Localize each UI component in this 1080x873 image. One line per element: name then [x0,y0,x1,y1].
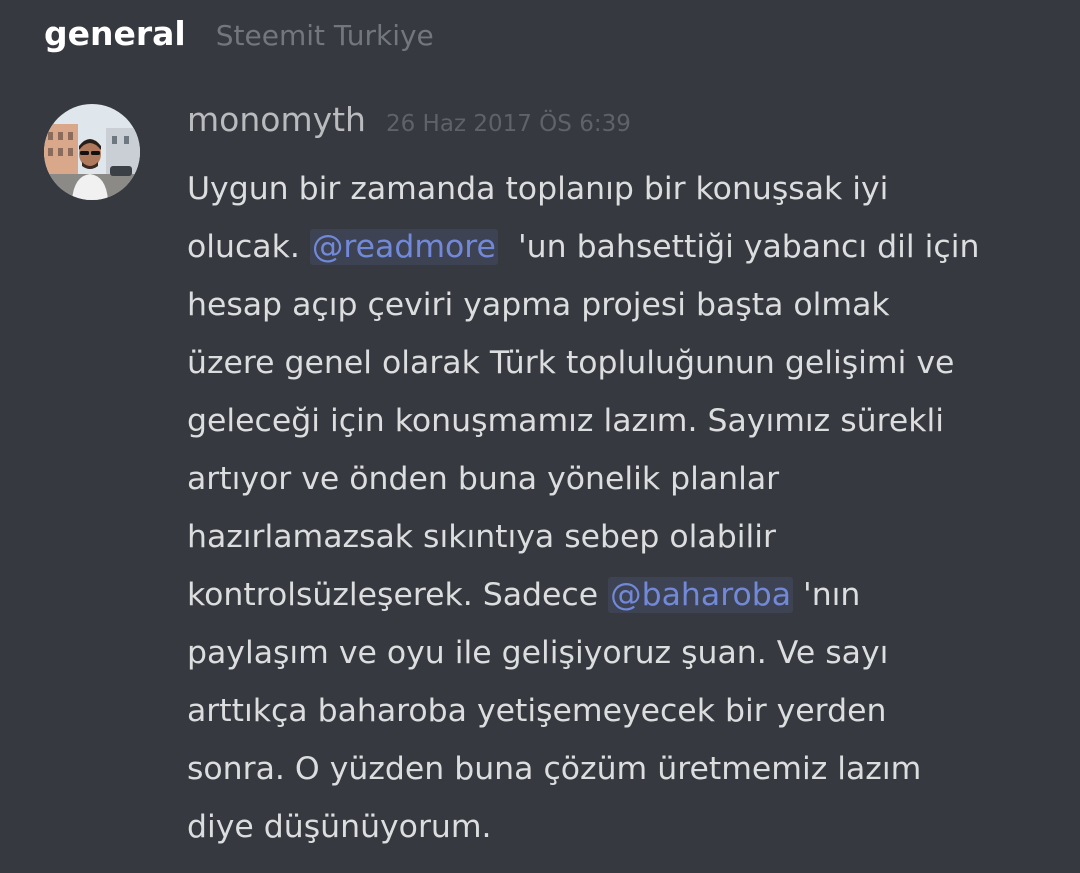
message-text: Uygun bir zamanda toplanıp bir konuşsak … [187,171,889,207]
message-line: sonra. O yüzden buna çözüm üretmemiz laz… [187,740,1067,798]
message-text: hazırlamazsak sıkıntıya sebep olabilir [187,519,776,555]
message-header: monomyth 26 Haz 2017 ÖS 6:39 [187,100,631,139]
message-text: üzere genel olarak Türk topluluğunun gel… [187,345,955,381]
message-line: artıyor ve önden buna yönelik planlar [187,450,1067,508]
message-text: geleceği için konuşmamız lazım. Sayımız … [187,403,944,439]
message-text: 'un bahsettiği yabancı dil için [497,229,980,265]
message-line: arttıkça baharoba yetişemeyecek bir yerd… [187,682,1067,740]
message-text: olucak. [187,229,310,265]
avatar[interactable] [44,104,140,200]
message-line: paylaşım ve oyu ile gelişiyoruz şuan. Ve… [187,624,1067,682]
message-line: diye düşünüyorum. [187,798,1067,856]
message-line: Uygun bir zamanda toplanıp bir konuşsak … [187,160,1067,218]
message-line: olucak. @readmore 'un bahsettiği yabancı… [187,218,1067,276]
message-line: hazırlamazsak sıkıntıya sebep olabilir [187,508,1067,566]
message-line: üzere genel olarak Türk topluluğunun gel… [187,334,1067,392]
message-text: kontrolsüzleşerek. Sadece [187,577,609,613]
message-line: geleceği için konuşmamız lazım. Sayımız … [187,392,1067,450]
message-text: arttıkça baharoba yetişemeyecek bir yerd… [187,693,887,729]
timestamp: 26 Haz 2017 ÖS 6:39 [385,111,631,137]
avatar-photo-icon [44,104,140,200]
channel-name[interactable]: general [44,14,186,53]
channel-header: general Steemit Turkiye [44,14,434,62]
server-name: Steemit Turkiye [215,19,434,52]
message-text: artıyor ve önden buna yönelik planlar [187,461,780,497]
message-text: paylaşım ve oyu ile gelişiyoruz şuan. Ve… [187,635,889,671]
message-text: hesap açıp çeviri yapma projesi başta ol… [187,287,890,323]
message-text: 'nın [793,577,861,613]
message-text: diye düşünüyorum. [187,809,492,845]
message-line: kontrolsüzleşerek. Sadece @baharoba 'nın [187,566,1067,624]
message-text: sonra. O yüzden buna çözüm üretmemiz laz… [187,751,922,787]
user-mention[interactable]: @readmore [309,229,498,265]
message-line: hesap açıp çeviri yapma projesi başta ol… [187,276,1067,334]
username[interactable]: monomyth [187,100,366,139]
user-mention[interactable]: @baharoba [608,577,794,613]
message-body: Uygun bir zamanda toplanıp bir konuşsak … [187,160,1067,856]
